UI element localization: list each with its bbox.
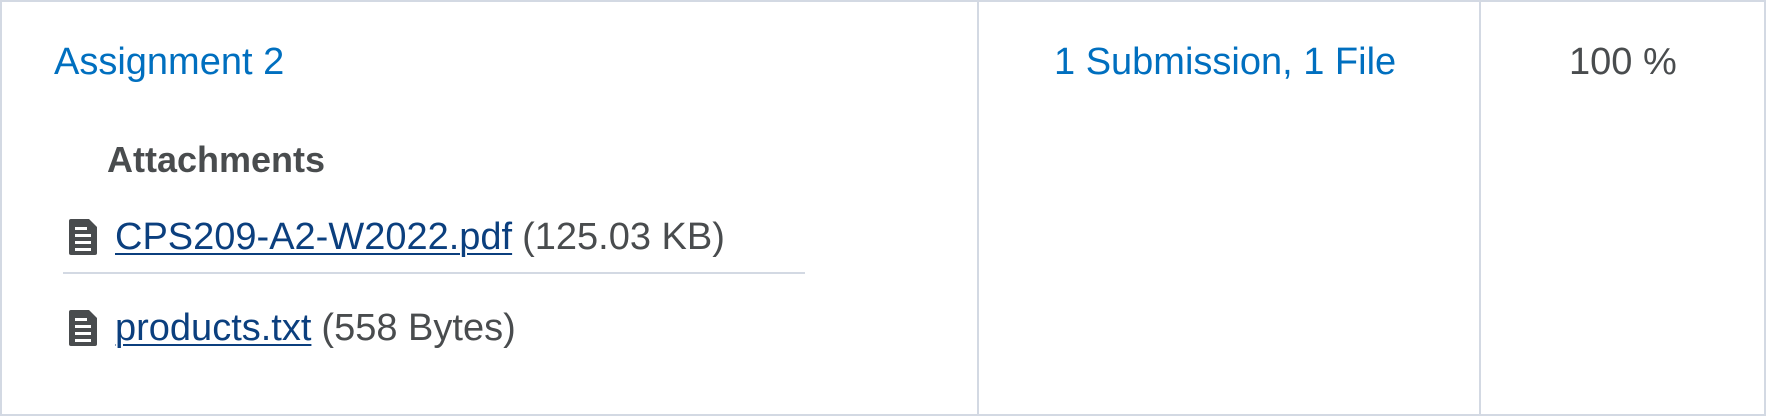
attachment-item: products.txt (558 Bytes): [63, 292, 805, 364]
score-value: 100 %: [1569, 41, 1677, 83]
file-document-icon: [65, 308, 101, 348]
submissions-link[interactable]: 1 Submission, 1 File: [1054, 38, 1396, 86]
attachment-item: CPS209-A2-W2022.pdf (125.03 KB): [63, 202, 805, 274]
attachment-file-size: (558 Bytes): [321, 307, 516, 349]
file-document-icon: [65, 217, 101, 257]
attachments-heading: Attachments: [107, 139, 326, 180]
table-row: Assignment 2 Attachments CPS209-A2-W2022…: [0, 0, 1766, 416]
attachment-file-link[interactable]: products.txt: [115, 305, 311, 351]
attachment-file-link[interactable]: CPS209-A2-W2022.pdf: [115, 214, 512, 260]
attachment-file-size: (125.03 KB): [522, 216, 725, 258]
assignment-link[interactable]: Assignment 2: [54, 38, 284, 86]
